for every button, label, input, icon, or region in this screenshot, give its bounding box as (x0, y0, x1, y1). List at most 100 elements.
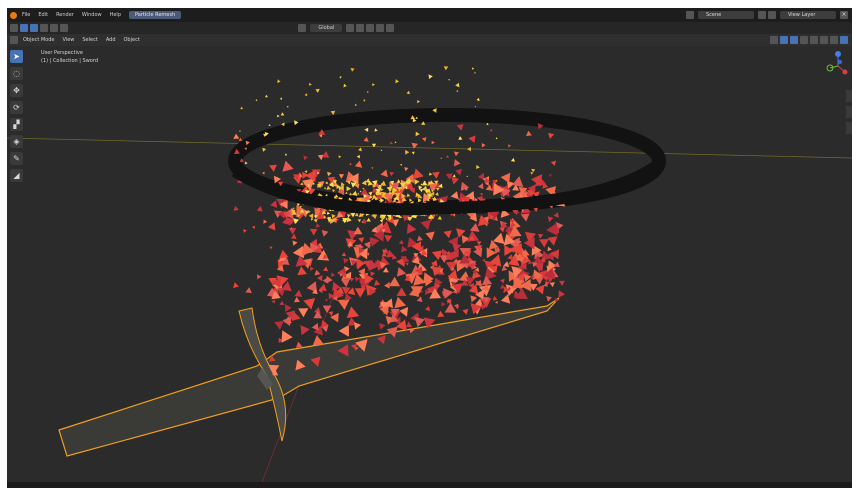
sword-blade[interactable] (58, 297, 560, 457)
view-layer-selector[interactable]: View Layer (780, 11, 836, 19)
particle (255, 99, 258, 102)
sidebar-tab-1[interactable] (846, 90, 852, 102)
sidebar-tab-3[interactable] (846, 122, 852, 134)
particle (364, 127, 369, 132)
menu-edit[interactable]: Edit (34, 12, 52, 18)
particle (370, 236, 380, 247)
proportional-edit-icon[interactable] (376, 24, 385, 32)
mode-dropdown[interactable]: Object Mode (19, 37, 59, 43)
move-icon[interactable]: ✥ (10, 84, 23, 97)
close-icon[interactable]: × (840, 11, 848, 19)
particle (356, 155, 361, 159)
navigation-gizmo[interactable] (826, 50, 848, 86)
particle (358, 147, 362, 152)
sidebar-tab-2[interactable] (846, 106, 852, 118)
menu-render[interactable]: Render (52, 12, 78, 18)
transform-orientation-dropdown[interactable]: Global (310, 24, 343, 32)
particle (481, 143, 486, 148)
particle (238, 137, 243, 141)
particle (324, 187, 327, 190)
x-axis-line (7, 137, 852, 159)
mode-extend-icon[interactable] (40, 24, 48, 32)
overlay-icon[interactable] (790, 36, 798, 44)
particle (363, 99, 366, 102)
particle (310, 217, 314, 221)
z-axis-handle[interactable] (835, 51, 841, 57)
particle (293, 296, 300, 303)
rotate-icon[interactable]: ⟳ (10, 101, 23, 114)
particle (396, 287, 407, 296)
particle (317, 275, 323, 282)
menu-help[interactable]: Help (106, 12, 125, 18)
sword-object[interactable] (58, 297, 560, 457)
3d-viewport[interactable] (7, 46, 852, 482)
workspace-tab-particle-remesh[interactable]: Particle Remesh (129, 11, 182, 19)
particle (339, 76, 342, 79)
particle (245, 287, 252, 294)
particle (440, 157, 443, 159)
particle (554, 261, 560, 268)
menu-select[interactable]: Select (78, 37, 101, 43)
particle (416, 296, 423, 303)
shading-rendered-icon[interactable] (840, 36, 848, 44)
shading-wireframe-icon[interactable] (810, 36, 818, 44)
select-mode-icon[interactable] (20, 24, 28, 32)
particle (290, 233, 297, 240)
blender-window: File Edit Render Window Help Particle Re… (7, 8, 852, 488)
falloff-icon[interactable] (386, 24, 395, 32)
blender-logo-icon[interactable] (10, 11, 17, 19)
particle (263, 219, 268, 224)
particle (354, 322, 362, 330)
scene-selector[interactable]: Scene (698, 11, 754, 19)
particle (269, 164, 277, 172)
particle (476, 164, 480, 169)
mode-subtract-icon[interactable] (50, 24, 58, 32)
particle (448, 79, 450, 81)
cursor-select-icon[interactable]: ➤ (10, 50, 23, 63)
particle (300, 325, 310, 336)
neg-z-handle[interactable] (838, 60, 842, 64)
particle (233, 282, 239, 289)
shading-solid-icon[interactable] (820, 36, 828, 44)
snap-icon[interactable] (356, 24, 365, 32)
particle (458, 136, 463, 140)
pivot-icon[interactable] (346, 24, 355, 32)
copy-icon[interactable] (758, 11, 766, 19)
object-mode-icon (10, 36, 18, 44)
particle (416, 235, 423, 242)
particle (395, 79, 399, 84)
x-axis-handle[interactable] (842, 69, 848, 75)
particle (507, 254, 513, 261)
particle (380, 169, 388, 178)
particle (456, 90, 459, 93)
gizmo-icon[interactable] (780, 36, 788, 44)
menu-file[interactable]: File (18, 12, 34, 18)
menu-add[interactable]: Add (102, 37, 120, 43)
mode-invert-icon[interactable] (60, 24, 68, 32)
editor-type-icon[interactable] (10, 24, 18, 32)
transform-icon[interactable]: ◈ (10, 135, 23, 148)
particle (444, 302, 457, 313)
particle (443, 288, 454, 299)
xray-icon[interactable] (800, 36, 808, 44)
particle (404, 167, 409, 172)
menu-object[interactable]: Object (120, 37, 144, 43)
menu-view[interactable]: View (59, 37, 79, 43)
particle (558, 290, 566, 298)
particle (270, 200, 278, 208)
particle (256, 205, 263, 212)
visibility-icon[interactable] (770, 36, 778, 44)
select-box-icon[interactable]: ◌ (10, 67, 23, 80)
snap-target-icon[interactable] (366, 24, 375, 32)
scale-icon[interactable]: ▞ (10, 118, 23, 131)
measure-icon[interactable]: ◢ (10, 169, 23, 182)
annotate-icon[interactable]: ✎ (10, 152, 23, 165)
particle (341, 278, 351, 288)
particle (437, 215, 442, 220)
mode-new-icon[interactable] (30, 24, 38, 32)
particle (493, 232, 505, 244)
menu-window[interactable]: Window (78, 12, 106, 18)
particle (284, 153, 288, 156)
view-name: User Perspective (41, 50, 83, 56)
shading-material-icon[interactable] (830, 36, 838, 44)
